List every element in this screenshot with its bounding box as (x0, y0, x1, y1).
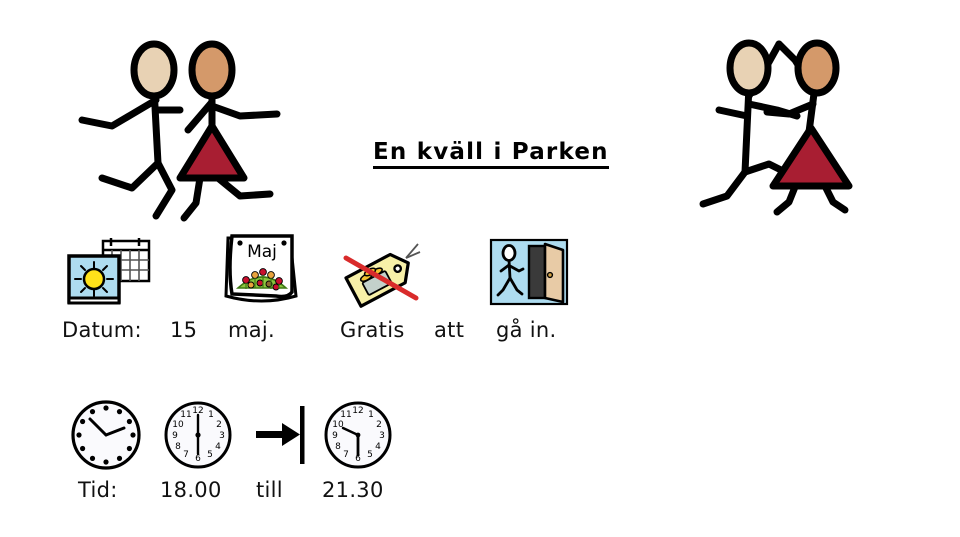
svg-text:11: 11 (340, 410, 351, 420)
svg-text:8: 8 (175, 442, 181, 452)
label-till: till (256, 478, 283, 502)
clock-nine-thirty-icon: 12 1 2 3 4 5 6 7 8 9 10 11 (319, 398, 397, 472)
label-att: att (434, 318, 465, 342)
svg-text:2: 2 (216, 420, 222, 430)
label-ga-in: gå in. (496, 318, 557, 342)
label-gratis: Gratis (340, 318, 405, 342)
svg-text:4: 4 (375, 442, 381, 452)
label-day-number: 15 (170, 318, 198, 342)
pictogram-cell-att (430, 236, 484, 308)
page-title: En kväll i Parken (373, 140, 609, 170)
svg-text:7: 7 (343, 450, 349, 460)
svg-text:1: 1 (368, 410, 374, 420)
pictogram-cell-datum (54, 236, 164, 308)
blank-icon (430, 236, 484, 308)
label-maj: maj. (228, 318, 276, 342)
label-start-time: 18.00 (160, 478, 222, 502)
calendar-month-text: Maj (247, 242, 277, 262)
svg-text:3: 3 (219, 431, 225, 441)
svg-text:5: 5 (207, 450, 213, 460)
blank-icon (160, 236, 220, 308)
dancing-couple-left (72, 38, 287, 228)
page-title-text: En kväll i Parken (373, 140, 609, 170)
svg-text:10: 10 (172, 420, 184, 430)
label-tid: Tid: (78, 478, 118, 502)
svg-text:6: 6 (195, 454, 201, 464)
pictogram-cell-day-number (160, 236, 220, 308)
svg-text:1: 1 (208, 410, 214, 420)
clock-six-icon: 12 1 2 3 4 5 6 7 8 9 10 11 (159, 398, 237, 472)
clock-dots-icon (67, 398, 145, 472)
svg-text:2: 2 (376, 420, 382, 430)
arrow-to-bar-icon (250, 398, 318, 472)
label-end-time: 21.30 (322, 478, 384, 502)
svg-text:9: 9 (332, 431, 338, 441)
svg-text:12: 12 (352, 406, 363, 416)
label-datum: Datum: (62, 318, 142, 342)
pictogram-cell-start-time: 12 1 2 3 4 5 6 7 8 9 10 11 (156, 398, 240, 472)
crossed-price-tag-icon (332, 236, 428, 308)
dancing-couple-right (697, 24, 877, 219)
may-calendar-icon: Maj (218, 230, 304, 308)
svg-text:3: 3 (379, 431, 385, 441)
pictogram-cell-end-time: 12 1 2 3 4 5 6 7 8 9 10 11 (316, 398, 400, 472)
pictogram-cell-till (250, 398, 318, 472)
pictogram-cell-maj: Maj (216, 230, 306, 308)
pictogram-cell-gratis (332, 236, 428, 308)
svg-text:11: 11 (180, 410, 191, 420)
svg-text:8: 8 (335, 442, 341, 452)
pictogram-cell-ga-in (486, 238, 572, 306)
svg-text:9: 9 (172, 431, 178, 441)
pictogram-cell-tid (64, 398, 148, 472)
svg-text:7: 7 (183, 450, 189, 460)
svg-text:4: 4 (215, 442, 221, 452)
sun-calendar-icon (63, 236, 155, 308)
slide-canvas: En kväll i Parken Datum: 15 Maj maj. Gra… (0, 0, 960, 537)
svg-text:5: 5 (367, 450, 373, 460)
person-entering-door-icon (489, 238, 569, 306)
